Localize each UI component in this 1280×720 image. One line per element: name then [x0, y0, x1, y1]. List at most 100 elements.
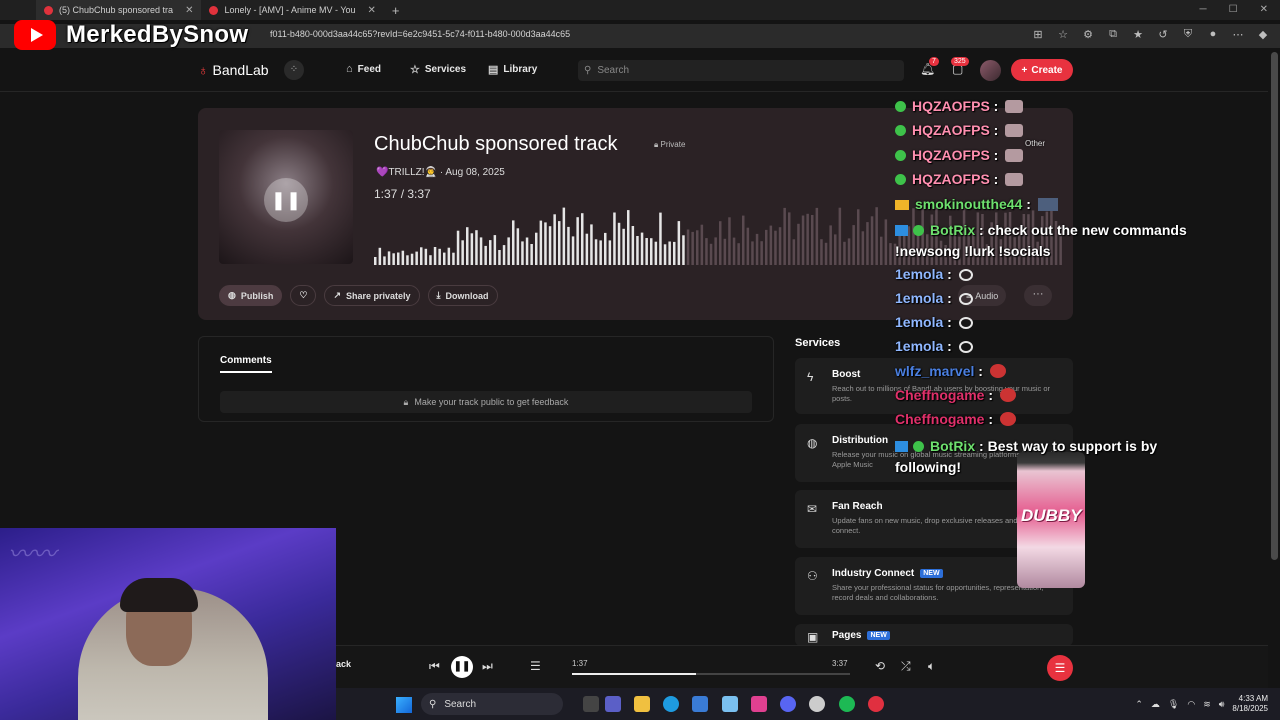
favorite-star-icon[interactable]: ☆ [1056, 28, 1070, 41]
tab-bandlab[interactable]: (5) ChubChub sponsored tra ✕ [36, 0, 202, 20]
previous-icon[interactable]: ⏮ [429, 659, 440, 674]
volume-icon[interactable]: 🔈︎ [928, 659, 935, 674]
chat-username: 1emola [895, 266, 944, 282]
clock[interactable]: 4:33 AM 8/18/2025 [1232, 694, 1268, 714]
logo-text: BandLab [212, 62, 269, 78]
taskbar-search[interactable]: ⚲ Search [421, 693, 563, 715]
maximize-icon[interactable]: ☐ [1229, 4, 1238, 15]
chat-emote-icon [958, 341, 973, 353]
bandlab-logo-icon: ♁ [198, 62, 209, 78]
tab-close-icon[interactable]: ✕ [185, 5, 193, 16]
search-input[interactable]: ⚲ Search [578, 60, 904, 81]
waveform-bar [838, 207, 842, 265]
tab-youtube[interactable]: Lonely - [AMV] - Anime MV - You ✕ [201, 0, 383, 20]
waveform-bar [696, 230, 699, 265]
task-view-icon[interactable] [583, 696, 599, 712]
waveform-bar [889, 243, 892, 265]
tab-close-icon[interactable]: ✕ [368, 5, 376, 16]
nav-label: Library [503, 64, 538, 75]
chat-username: HQZAOFPS [912, 147, 990, 163]
waveform-bar [631, 226, 635, 265]
waveform-bar [829, 225, 832, 265]
share-button[interactable]: ↗ Share privately [324, 285, 420, 306]
comments-tab[interactable]: Comments [220, 355, 272, 373]
windows-start-icon[interactable] [396, 697, 412, 713]
split-screen-icon[interactable]: ⧉ [1106, 28, 1120, 41]
chrome-icon[interactable] [809, 696, 825, 712]
teams-icon[interactable] [605, 696, 621, 712]
minimize-icon[interactable]: ─ [1200, 4, 1207, 15]
library-icon: ▤ [488, 64, 499, 76]
browser-essentials-icon[interactable]: ⛨ [1181, 28, 1195, 41]
apps-grid-icon[interactable]: ⁘ [284, 60, 304, 80]
waveform-bar [723, 238, 727, 265]
queue-icon[interactable]: ☰ [530, 659, 541, 673]
store-icon[interactable] [692, 696, 708, 712]
history-icon[interactable]: ↺ [1156, 28, 1170, 41]
pause-icon[interactable]: ❚❚ [264, 178, 308, 222]
volume-tray-icon[interactable]: 🔊︎ [1219, 699, 1225, 710]
service-pages[interactable]: ▣ Pages NEW [795, 624, 1073, 646]
spotify-icon[interactable] [839, 696, 855, 712]
waveform-bar [769, 225, 773, 265]
network-icon[interactable]: ◠ [1187, 699, 1195, 710]
more-options-icon[interactable]: ··· [1024, 285, 1052, 306]
edge-icon[interactable] [663, 696, 679, 712]
app-available-icon[interactable]: ⊞ [1031, 28, 1045, 41]
artist-line: 💜TRILLZ!👨‍🚀 · Aug 08, 2025 [376, 167, 505, 178]
tab-favicon-icon [44, 5, 53, 15]
like-button[interactable]: ♡ [290, 285, 317, 306]
discord-icon[interactable] [780, 696, 796, 712]
waveform-bar [677, 221, 681, 265]
player-track-title[interactable]: ack [336, 659, 351, 669]
copilot-app-icon[interactable] [722, 696, 738, 712]
artist-name[interactable]: 💜TRILLZ!👨‍🚀 [376, 167, 437, 178]
nav-feed[interactable]: ⌂ Feed [346, 63, 381, 75]
waveform-bar [567, 226, 570, 265]
favorites-icon[interactable]: ★ [1131, 28, 1145, 41]
file-explorer-icon[interactable] [634, 696, 650, 712]
wifi-icon[interactable]: ≋ [1203, 699, 1211, 710]
app-icon[interactable] [751, 696, 767, 712]
nav-library[interactable]: ▤ Library [488, 63, 537, 76]
nav-services[interactable]: ☆ Services [410, 63, 466, 76]
more-menu-icon[interactable]: ⋯ [1231, 28, 1245, 41]
chat-emote-icon [989, 364, 1006, 378]
channel-name: MerkedBySnow [66, 21, 249, 48]
publish-button[interactable]: ◍ Publish [219, 285, 283, 306]
next-icon[interactable]: ⏭ [482, 659, 493, 674]
search-icon: ⚲ [429, 698, 437, 710]
waveform-bar [691, 231, 694, 265]
bandlab-logo[interactable]: ♁ BandLab [198, 62, 269, 78]
obs-icon[interactable] [868, 696, 884, 712]
profile-icon[interactable]: ● [1206, 28, 1220, 41]
player-pause-button[interactable]: ❚❚ [451, 656, 473, 678]
tab-actions[interactable] [0, 0, 36, 20]
new-tab-button[interactable]: + [384, 3, 408, 18]
chat-separator: : [975, 222, 988, 238]
chat-separator: : [989, 98, 1003, 114]
waveform-bar [489, 240, 492, 265]
tray-app-icon[interactable]: ☁ [1151, 699, 1160, 710]
tray-chevron-icon[interactable]: ⌃ [1135, 699, 1143, 710]
repeat-icon[interactable]: ⟲ [875, 659, 885, 673]
extensions-icon[interactable]: ⚙ [1081, 28, 1095, 41]
waveform-bar [719, 221, 722, 265]
download-button[interactable]: ⤓ Download [427, 285, 498, 306]
copilot-icon[interactable]: ◆ [1256, 28, 1270, 41]
url-field[interactable]: f011-b480-000d3aa44c65?revId=6e2c9451-5c… [270, 29, 570, 39]
microphone-icon[interactable]: 🎙︎ [1168, 699, 1179, 710]
shuffle-icon[interactable]: ⤮ [901, 659, 911, 674]
clock-date: 8/18/2025 [1232, 704, 1268, 713]
waveform-bar [875, 207, 878, 265]
page-scrollbar[interactable] [1271, 52, 1278, 560]
avatar[interactable] [980, 60, 1001, 81]
empty-text: Make your track public to get feedback [414, 397, 569, 407]
waveform-bar [714, 237, 717, 265]
create-button[interactable]: + Create [1011, 59, 1073, 81]
player-menu-icon[interactable]: ☰ [1047, 655, 1073, 681]
waveform-bar [585, 233, 589, 265]
close-window-icon[interactable]: ✕ [1260, 4, 1268, 15]
service-title-text: Distribution [832, 435, 889, 446]
player-progress[interactable] [572, 673, 850, 675]
